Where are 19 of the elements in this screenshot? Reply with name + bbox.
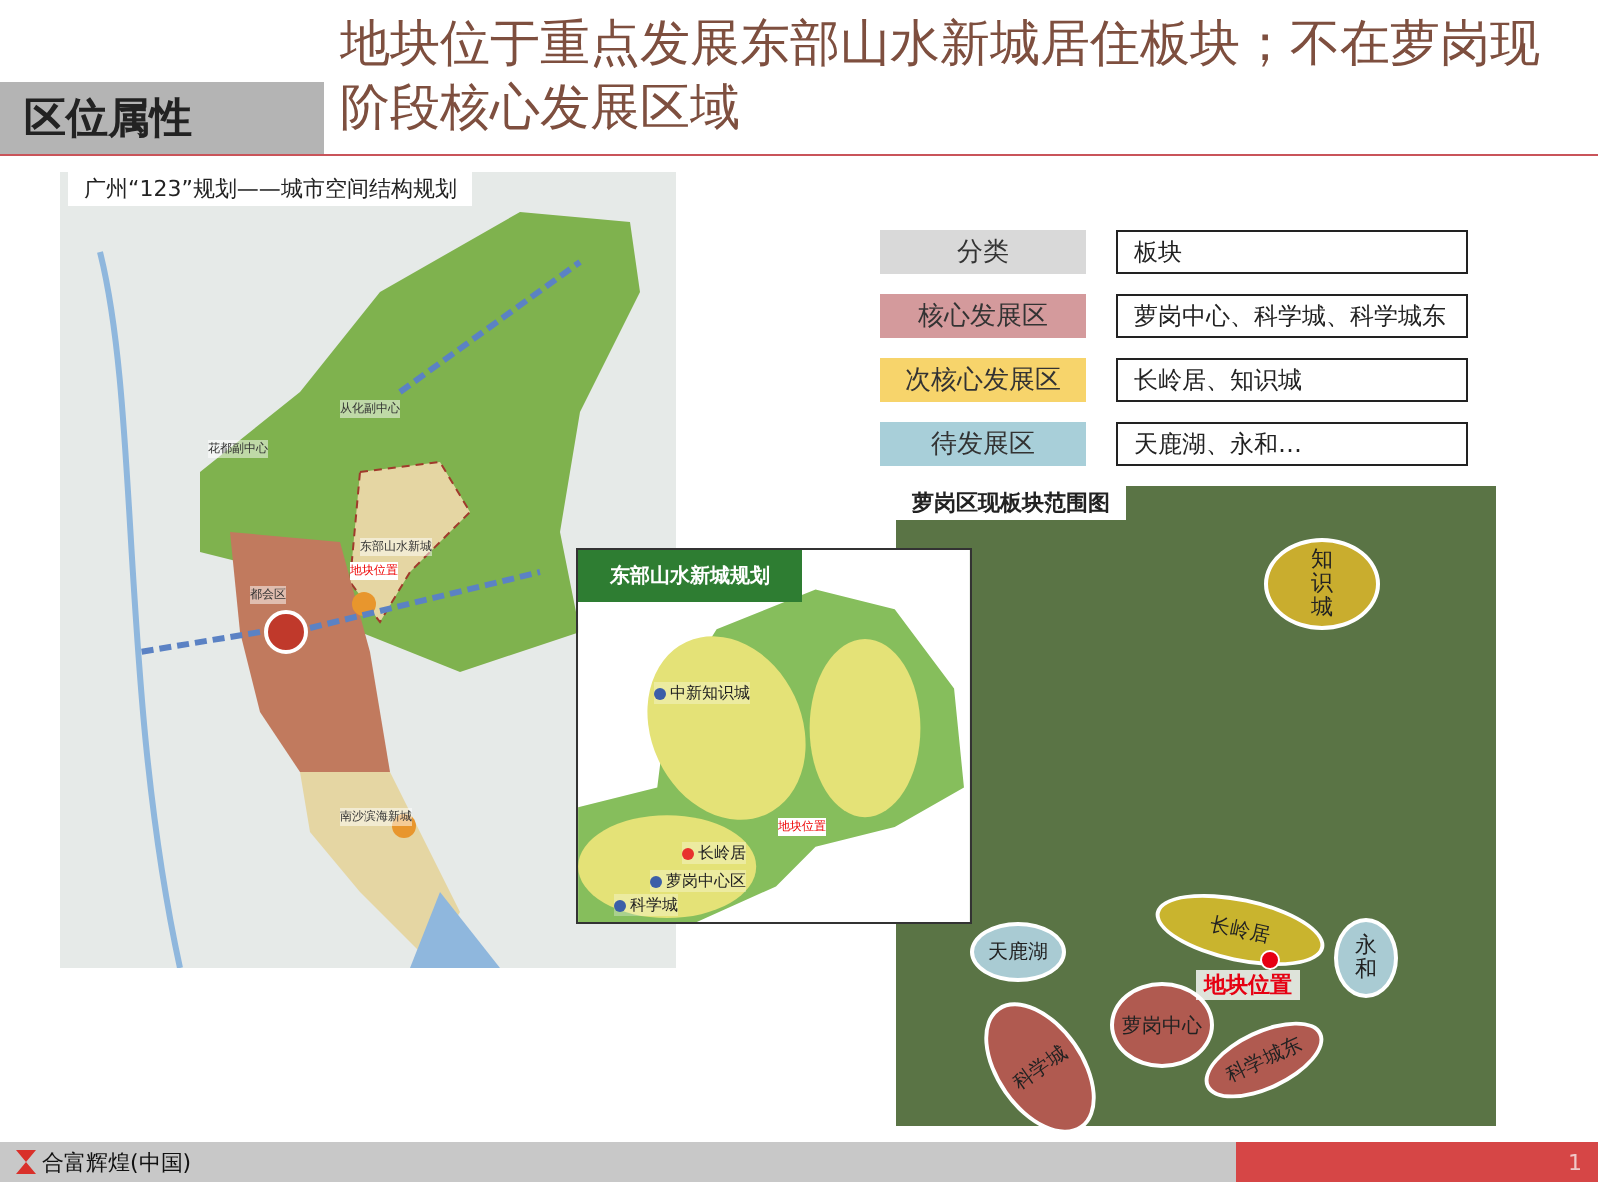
- map-label: 萝岗中心区: [650, 870, 746, 892]
- map-caption: 萝岗区现板块范围图: [896, 486, 1126, 520]
- slide-title: 地块位于重点发展东部山水新城居住板块；不在萝岗现阶段核心发展区域: [338, 12, 1542, 140]
- legend-value: 长岭居、知识城: [1116, 358, 1468, 402]
- legend-category: 分类: [880, 230, 1086, 274]
- map-caption: 广州“123”规划——城市空间结构规划: [68, 172, 473, 206]
- legend-category: 待发展区: [880, 422, 1086, 466]
- legend-value: 板块: [1116, 230, 1468, 274]
- logo-text: 合富辉煌(中国): [42, 1147, 192, 1177]
- page-number: 1: [1236, 1142, 1598, 1182]
- map-label: 长岭居: [682, 842, 746, 864]
- legend-value: 萝岗中心、科学城、科学城东: [1116, 294, 1468, 338]
- legend-category: 核心发展区: [880, 294, 1086, 338]
- legend-category: 次核心发展区: [880, 358, 1086, 402]
- map-label: 科学城: [614, 894, 678, 916]
- logo-icon: [16, 1150, 36, 1174]
- inset-map-title: 东部山水新城规划: [578, 550, 802, 602]
- map-label: 中新知识城: [654, 682, 750, 704]
- legend-value: 天鹿湖、永和…: [1116, 422, 1468, 466]
